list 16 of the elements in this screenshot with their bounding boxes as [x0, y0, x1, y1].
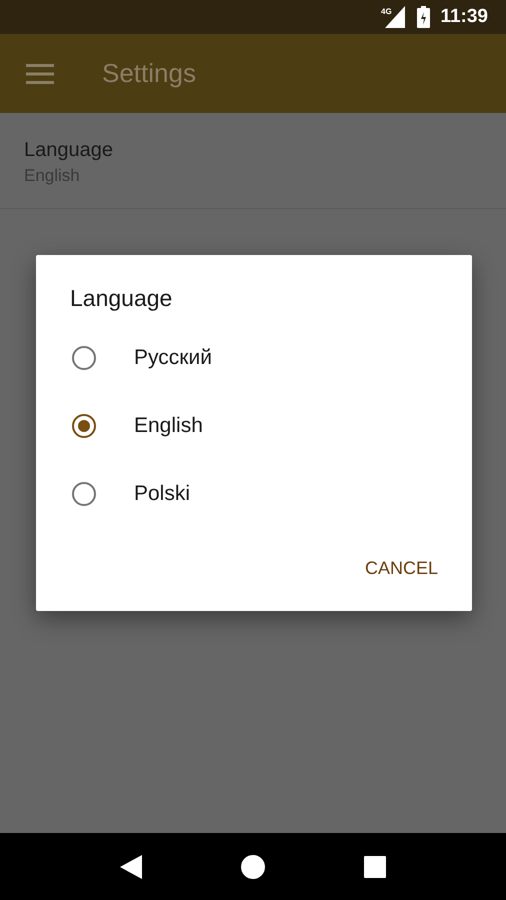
home-icon[interactable] — [240, 854, 265, 878]
dialog-title: Language — [69, 285, 174, 312]
option-label[interactable]: English — [134, 414, 203, 438]
radio-button[interactable] — [72, 346, 96, 370]
recents-icon[interactable] — [364, 856, 386, 878]
battery-icon — [417, 6, 430, 28]
radio-button[interactable] — [72, 414, 96, 438]
app-bar-title: Settings — [102, 58, 196, 89]
option-label[interactable]: Polski — [134, 482, 190, 506]
back-icon[interactable] — [120, 854, 142, 878]
option-label[interactable]: Русский — [134, 346, 212, 370]
cancel-button[interactable]: CANCEL — [356, 550, 446, 587]
setting-title: Language — [24, 139, 114, 162]
radio-button[interactable] — [72, 482, 96, 506]
menu-icon[interactable] — [26, 64, 54, 84]
clock-time: 11:39 — [440, 6, 488, 28]
